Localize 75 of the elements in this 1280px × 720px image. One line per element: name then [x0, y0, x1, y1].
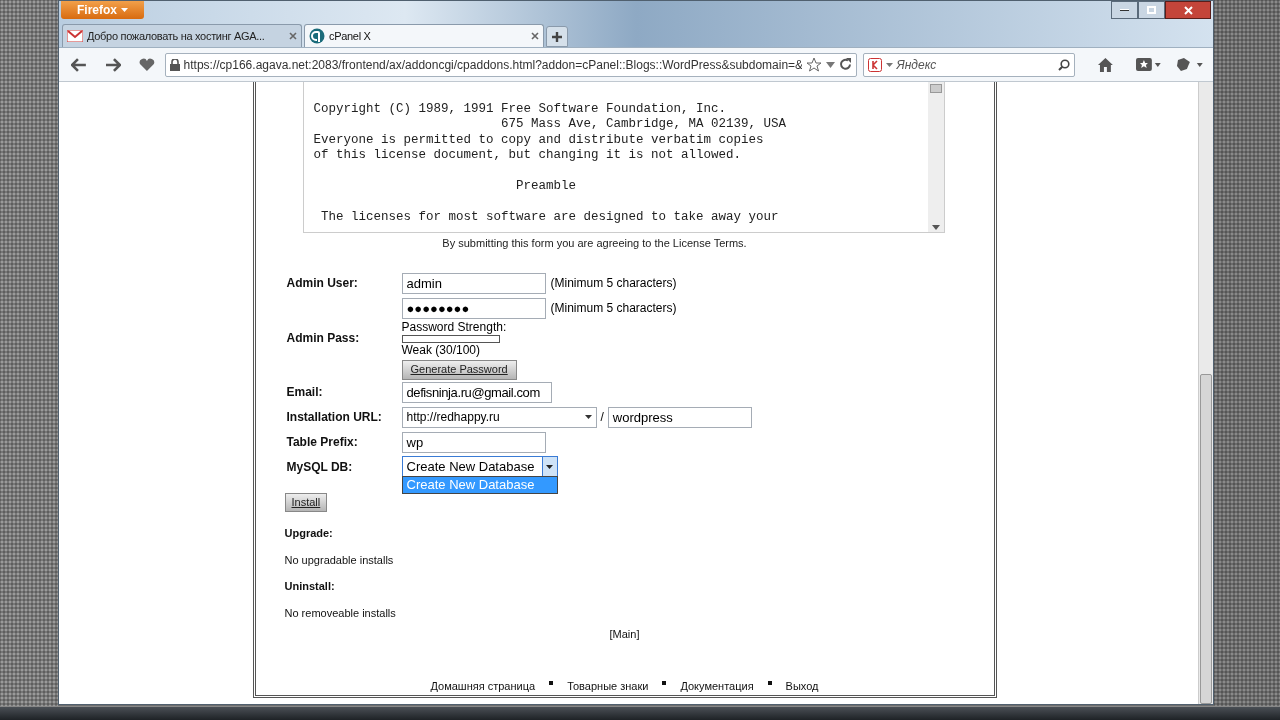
license-line: of this license document, but changing it is not allowed. — [313, 148, 742, 164]
close-icon[interactable] — [531, 32, 539, 40]
cpanel-logo-icon — [309, 28, 325, 44]
field-label: Admin User: — [286, 275, 359, 292]
close-button[interactable] — [1165, 1, 1211, 19]
license-line: Preamble — [515, 179, 577, 195]
field-label: Installation URL: — [286, 409, 383, 426]
heart-icon[interactable] — [138, 57, 155, 72]
tab-title: cPanel X — [329, 28, 372, 44]
lock-icon — [169, 58, 180, 71]
password-field[interactable]: ●●●●●●●● — [401, 297, 546, 319]
reload-icon[interactable] — [838, 58, 852, 71]
minimize-button[interactable] — [1111, 1, 1138, 19]
back-icon[interactable] — [71, 57, 87, 72]
caret-icon — [121, 8, 128, 12]
close-icon — [1183, 5, 1193, 15]
footer-link[interactable]: Выход — [785, 677, 819, 694]
scrollbar-thumb[interactable] — [1200, 374, 1212, 704]
section-title: Upgrade: — [284, 525, 333, 541]
input-field[interactable]: wordpress — [607, 406, 752, 428]
tab-title: Добро пожаловать на хостинг AGA... — [87, 28, 266, 44]
bullet-icon — [662, 680, 667, 685]
field-hint: (Minimum 5 characters) — [550, 301, 677, 315]
scroll-down-icon[interactable] — [931, 225, 940, 230]
maximize-button[interactable] — [1138, 1, 1165, 19]
bookmarks-icon[interactable] — [1135, 57, 1162, 72]
footer-link[interactable]: Документация — [680, 677, 754, 694]
field-label: Table Prefix: — [286, 434, 359, 451]
input-field[interactable]: defisninja.ru@gmail.com — [401, 381, 552, 403]
license-line: Copyright (C) 1989, 1991 Free Software Foundation, Inc. — [313, 102, 727, 118]
path-separator: / — [600, 409, 604, 426]
dropdown-icon[interactable] — [885, 62, 893, 67]
section-text: No upgradable installs — [284, 552, 394, 568]
strength-label: Password Strength: — [401, 320, 507, 334]
field-label: Email: — [286, 384, 324, 401]
forward-icon[interactable] — [104, 57, 121, 72]
domain-select[interactable]: http://redhappy.ru — [401, 406, 597, 428]
caret-icon — [584, 415, 592, 419]
license-line: The licenses for most software are designed to take away your — [320, 209, 779, 226]
search-icon[interactable] — [1057, 58, 1070, 71]
generate-password-button[interactable]: Generate Password — [401, 359, 517, 380]
license-line: Everyone is permitted to copy and distribute verbatim copies — [313, 132, 764, 149]
star-icon[interactable] — [805, 57, 822, 72]
input-field[interactable]: admin — [401, 272, 546, 294]
field-label: Admin Pass: — [286, 329, 361, 347]
plus-icon — [552, 31, 562, 42]
scrollbar-thumb[interactable] — [929, 84, 942, 93]
bullet-icon — [767, 680, 772, 685]
section-text: No removeable installs — [284, 605, 396, 621]
yandex-icon[interactable] — [867, 57, 882, 72]
section-title: Uninstall: — [284, 578, 335, 594]
license-note: By submitting this form you are agreeing to the License Terms. — [442, 236, 747, 251]
mail-icon — [67, 30, 83, 42]
search-field[interactable]: Яндекс — [862, 52, 1075, 77]
close-icon[interactable] — [289, 32, 297, 40]
input-field[interactable]: wp — [401, 431, 546, 453]
browser-tab[interactable]: cPanel X — [304, 24, 544, 47]
footer-link[interactable]: Товарные знаки — [567, 677, 649, 694]
new-tab-button[interactable] — [546, 26, 568, 47]
strength-rating: Weak (30/100) — [401, 343, 480, 357]
search-placeholder: Яндекс — [896, 56, 938, 74]
bullet-icon — [549, 680, 554, 685]
field-hint: (Minimum 5 characters) — [550, 275, 677, 292]
license-line: 675 Mass Ave, Cambridge, MA 02139, USA — [500, 117, 787, 133]
browser-tab[interactable]: Добро пожаловать на хостинг AGA... — [62, 24, 302, 47]
dropdown-icon[interactable] — [825, 61, 835, 68]
field-label: MySQL DB: — [286, 458, 354, 476]
install-button[interactable]: Install — [284, 492, 328, 512]
database-select[interactable]: Create New Database — [401, 456, 558, 477]
home-icon[interactable] — [1096, 57, 1114, 72]
scrollbar[interactable] — [927, 82, 944, 232]
page-scrollbar[interactable] — [1198, 82, 1213, 704]
license-textbox[interactable] — [302, 82, 945, 233]
main-link[interactable]: [Main] — [609, 625, 640, 642]
footer-link[interactable]: Домашняя страница — [430, 677, 536, 694]
